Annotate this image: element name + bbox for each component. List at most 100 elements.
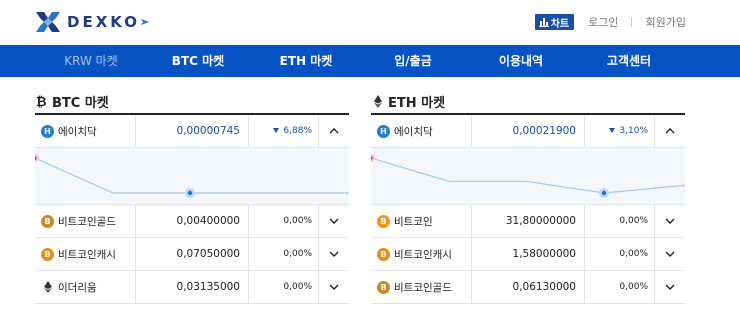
expand-toggle[interactable] [655,271,685,303]
brand-logo[interactable]: DEXKO [34,8,151,36]
chart-button-label: 차트 [550,18,570,30]
chevron-up-icon [329,128,339,134]
market-row[interactable]: B 비트코인골드 0,06130000 0,00% [371,271,685,304]
panel-title-text: ETH 마켓 [388,95,446,111]
coin-name-cell: B 비트코인골드 [371,271,472,303]
expand-toggle[interactable] [319,205,349,237]
chevron-down-icon [665,251,675,257]
sparkline-low-point-core [601,190,607,196]
bch-icon: B [41,247,54,261]
chevron-down-icon [665,284,675,290]
market-row[interactable]: H 에이치닥 0,00000745 6,88% [35,115,349,148]
coin-name-cell: B 비트코인캐시 [35,238,136,270]
price-sparkline [371,148,685,205]
coin-name: 에이치닥 [394,125,433,138]
svg-text:₿: ₿ [36,95,47,108]
coin-price: 1,58000000 [472,238,585,270]
coin-price: 0,06130000 [472,271,585,303]
coin-change-cell: 3,10% [585,115,655,147]
market-row[interactable]: H 에이치닥 0,00021900 3,10% [371,115,685,148]
coin-price: 0,00021900 [472,115,585,147]
coin-name-cell: H 에이치닥 [371,115,472,147]
btc-market-panel: ₿ BTC 마켓 H 에이치닥 0,00000745 6,88% B 비트코인골… [35,89,349,304]
down-triangle-icon [609,128,616,133]
hsr-icon: H [377,124,390,138]
market-row[interactable]: 이더리움 0,03135000 0,00% [35,271,349,304]
coin-name-cell: B 비트코인골드 [35,205,136,237]
nav-item-support[interactable]: 고객센터 [589,45,669,77]
chart-button[interactable]: 차트 [534,14,575,30]
collapse-toggle[interactable] [319,115,349,147]
coin-name: 비트코인캐시 [394,248,452,261]
panel-title-text: BTC 마켓 [52,95,109,111]
nav-item-eth-market[interactable]: ETH 마켓 [266,45,346,77]
coin-price: 0,00400000 [136,205,249,237]
chevron-down-icon [665,218,675,224]
hsr-icon: H [41,124,54,138]
coin-name: 비트코인 [394,215,433,228]
eth-icon [41,281,54,294]
coin-price: 0,03135000 [136,271,249,303]
eth-market-panel: ETH 마켓 H 에이치닥 0,00021900 3,10% B 비트코인 31… [371,89,685,304]
price-sparkline [35,148,349,205]
coin-name: 비트코인캐시 [58,248,116,261]
coin-price: 31,80000000 [472,205,585,237]
expand-toggle[interactable] [655,238,685,270]
login-link[interactable]: 로그인 [588,14,618,30]
chart-icon [538,18,549,27]
coin-change: 0,00% [585,271,655,303]
coin-name-cell: B 비트코인캐시 [371,238,472,270]
coin-name-cell: 이더리움 [35,271,136,303]
signup-link[interactable]: 회원가입 [646,14,686,30]
coin-change: 3,10% [619,126,648,136]
coin-name: 비트코인골드 [58,215,116,228]
nav-item-btc-market[interactable]: BTC 마켓 [158,45,238,77]
market-row[interactable]: B 비트코인골드 0,00400000 0,00% [35,205,349,238]
coin-name: 비트코인골드 [394,281,452,294]
header: DEXKO 차트 로그인 회원가입 [0,0,740,45]
coin-name: 에이치닥 [58,125,97,138]
coin-change: 6,88% [283,126,312,136]
bitcoin-icon: ₿ [35,94,49,108]
coin-change: 0,00% [249,205,319,237]
logo-mark-icon [36,12,60,32]
divider [630,17,632,27]
collapse-toggle[interactable] [655,115,685,147]
expand-toggle[interactable] [655,205,685,237]
btg-icon: B [377,280,390,294]
chevron-down-icon [329,251,339,257]
coin-name-cell: H 에이치닥 [35,115,136,147]
brand-name: DEXKO [67,13,140,31]
coin-name-cell: B 비트코인 [371,205,472,237]
sparkline-low-point-core [187,190,193,196]
coin-change-cell: 6,88% [249,115,319,147]
market-row[interactable]: B 비트코인 31,80000000 0,00% [371,205,685,238]
logo-tail-icon [140,19,149,25]
coin-change: 0,00% [585,238,655,270]
ethereum-icon [371,94,385,108]
expand-toggle[interactable] [319,238,349,270]
down-triangle-icon [273,128,280,133]
bch-icon: B [377,247,390,261]
sparkline-path [371,157,685,194]
btc-market-title: ₿ BTC 마켓 [35,89,349,115]
chevron-down-icon [329,218,339,224]
coin-name: 이더리움 [58,281,97,294]
btg-icon: B [41,214,54,228]
sparkline-path [35,157,349,194]
expand-toggle[interactable] [319,271,349,303]
top-links: 차트 로그인 회원가입 [534,14,686,30]
coin-change: 0,00% [249,271,319,303]
market-row[interactable]: B 비트코인캐시 0,07050000 0,00% [35,238,349,271]
chevron-down-icon [329,284,339,290]
nav-item-history[interactable]: 이용내역 [481,45,561,77]
coin-price: 0,07050000 [136,238,249,270]
coin-price: 0,00000745 [136,115,249,147]
nav-item-deposit-withdraw[interactable]: 입/출금 [373,45,453,77]
eth-market-title: ETH 마켓 [371,89,685,115]
main-nav: KRW 마켓 BTC 마켓 ETH 마켓 입/출금 이용내역 고객센터 [0,45,740,77]
nav-item-krw-market[interactable]: KRW 마켓 [51,45,131,77]
market-row[interactable]: B 비트코인캐시 1,58000000 0,00% [371,238,685,271]
chevron-up-icon [665,128,675,134]
coin-change: 0,00% [249,238,319,270]
